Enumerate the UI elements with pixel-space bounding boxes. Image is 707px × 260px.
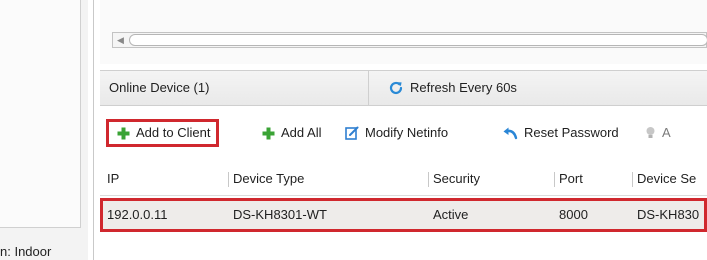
scroll-left-arrow-icon[interactable]: ◀ xyxy=(117,33,124,47)
main-content: ◀ Online Device (1) Refresh Every 60s Ad… xyxy=(100,0,707,260)
modify-netinfo-label: Modify Netinfo xyxy=(365,125,449,140)
column-separator[interactable] xyxy=(554,172,555,187)
cell-port: 8000 xyxy=(559,207,588,222)
refresh-label: Refresh Every 60s xyxy=(410,80,517,95)
column-separator[interactable] xyxy=(428,172,429,187)
column-header-device-serial[interactable]: Device Se xyxy=(637,163,696,195)
cell-device-type: DS-KH8301-WT xyxy=(233,207,327,222)
reset-password-label: Reset Password xyxy=(524,125,619,140)
add-all-label: Add All xyxy=(281,125,322,140)
plus-icon xyxy=(117,127,130,139)
column-header-ip[interactable]: IP xyxy=(107,163,119,195)
horizontal-scrollbar[interactable]: ◀ xyxy=(112,32,707,48)
left-panel: n: Indoor xyxy=(0,0,88,260)
add-to-client-label: Add to Client xyxy=(136,125,211,140)
toolbar: Add to Client Add All Modify Netinfo Res… xyxy=(100,113,707,153)
cell-security: Active xyxy=(433,207,469,222)
table-row[interactable]: 192.0.0.11 DS-KH8301-WT Active 8000 DS-K… xyxy=(100,198,707,232)
cell-device-serial: DS-KH830 xyxy=(637,207,700,222)
edit-icon xyxy=(345,126,359,140)
left-list-box xyxy=(0,0,81,228)
device-list-area: ◀ xyxy=(100,0,707,64)
cell-ip: 192.0.0.11 xyxy=(107,207,168,222)
refresh-interval-button[interactable]: Refresh Every 60s xyxy=(388,71,517,105)
modify-netinfo-button[interactable]: Modify Netinfo xyxy=(345,121,448,145)
device-table-header: IP Device Type Security Port Device Se xyxy=(100,163,707,196)
column-separator[interactable] xyxy=(228,172,229,187)
reset-password-button[interactable]: Reset Password xyxy=(503,121,619,145)
undo-icon xyxy=(503,127,518,139)
device-location-label: n: Indoor xyxy=(0,244,52,259)
plus-icon xyxy=(262,127,275,139)
column-header-security[interactable]: Security xyxy=(433,163,480,195)
refresh-icon xyxy=(389,81,403,95)
online-device-tab-bar: Online Device (1) Refresh Every 60s xyxy=(100,70,707,106)
bulb-icon xyxy=(646,127,655,138)
column-separator[interactable] xyxy=(632,172,633,187)
truncated-toolbar-button[interactable]: A xyxy=(645,121,671,145)
panel-divider[interactable] xyxy=(93,0,94,260)
scrollbar-thumb[interactable] xyxy=(129,34,707,46)
tab-online-device[interactable]: Online Device (1) xyxy=(100,71,369,105)
column-header-port[interactable]: Port xyxy=(559,163,583,195)
add-all-button[interactable]: Add All xyxy=(262,121,321,145)
truncated-toolbar-label: A xyxy=(662,125,671,140)
column-header-device-type[interactable]: Device Type xyxy=(233,163,304,195)
add-to-client-button[interactable]: Add to Client xyxy=(106,119,220,147)
